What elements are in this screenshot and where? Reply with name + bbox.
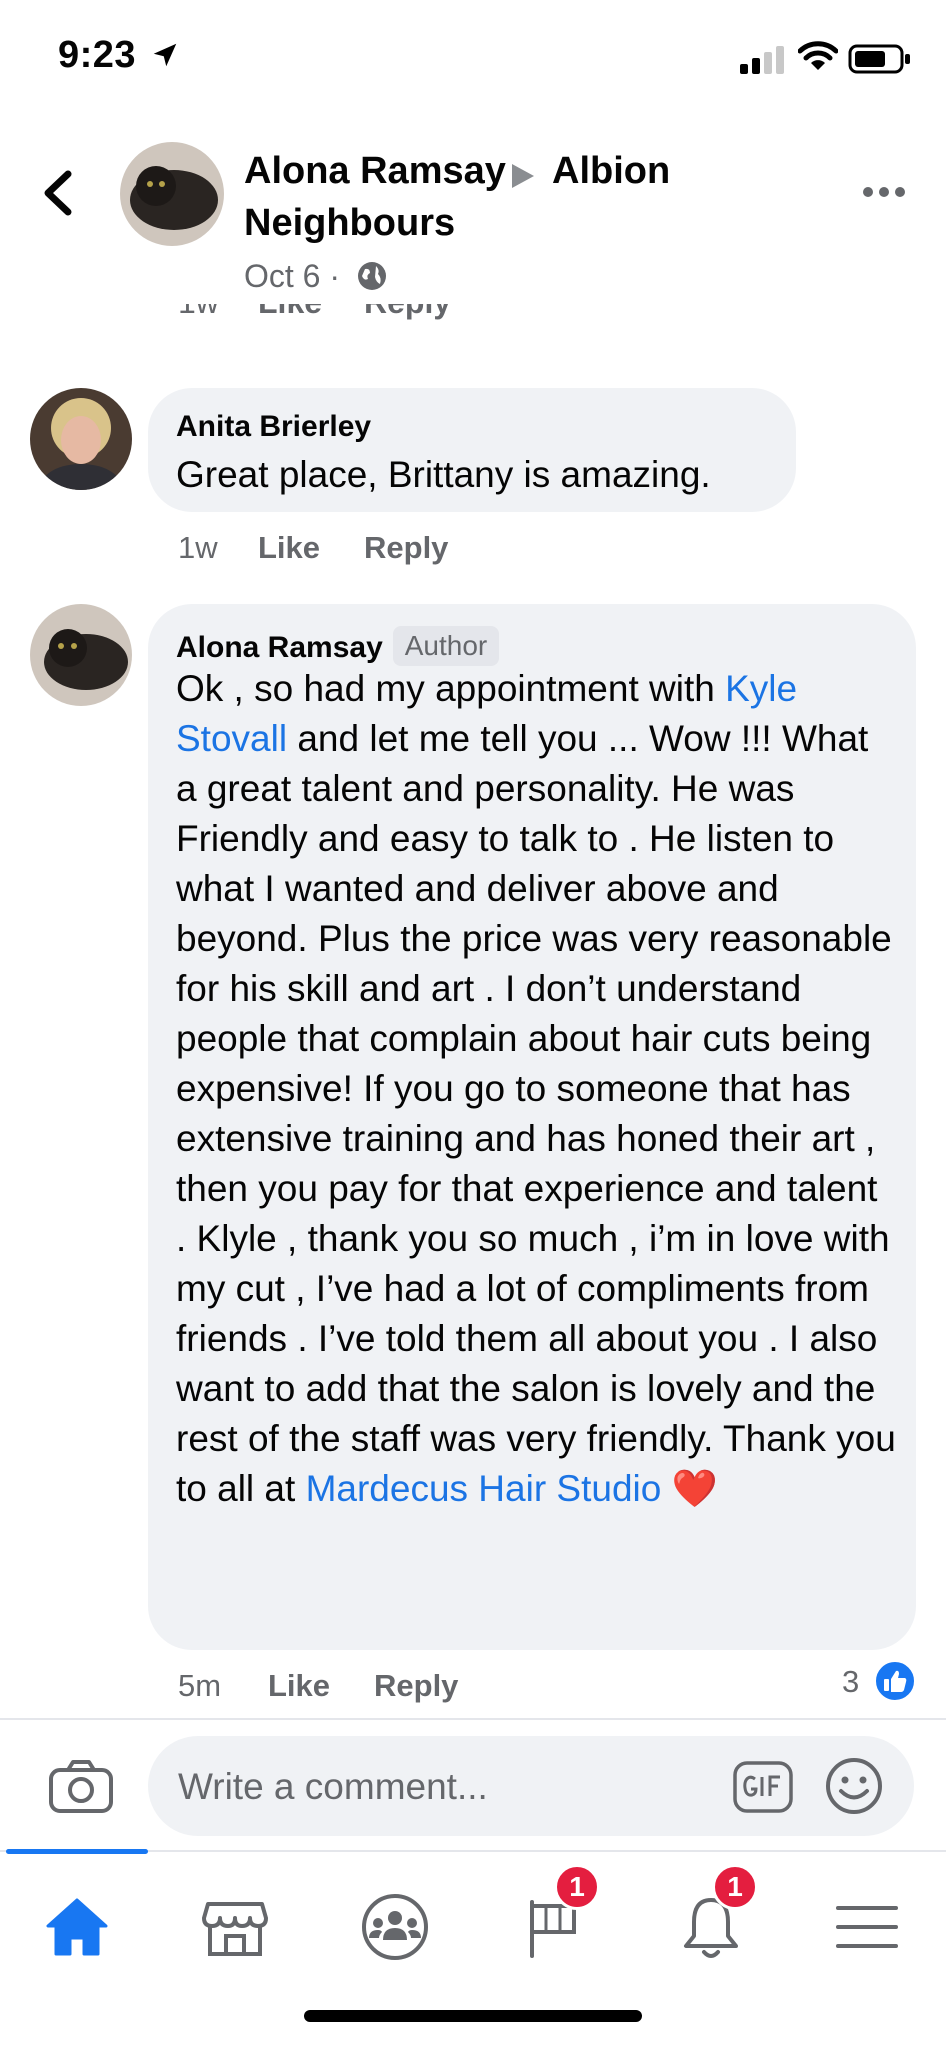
scrolled-comment-meta: 1w Like Reply bbox=[0, 304, 946, 344]
commenter-avatar[interactable] bbox=[30, 388, 132, 490]
like-link[interactable]: Like bbox=[258, 304, 322, 321]
author-badge: Author bbox=[392, 626, 500, 666]
like-link[interactable]: Like bbox=[258, 530, 320, 566]
post-author-name[interactable]: Alona Ramsay bbox=[244, 150, 506, 193]
post-date: Oct 6 · bbox=[244, 258, 341, 294]
comment-text: Ok , so had my appointment with Kyle Sto… bbox=[176, 664, 896, 1514]
comment-text-start: Ok , so had my appointment with bbox=[176, 668, 726, 709]
post-group-name[interactable]: Albion bbox=[552, 150, 670, 193]
status-bar: 9:23 bbox=[0, 0, 946, 120]
post-author-avatar[interactable] bbox=[120, 142, 224, 246]
pages-badge: 1 bbox=[554, 1864, 600, 1910]
commenter-avatar[interactable] bbox=[30, 604, 132, 706]
globe-icon bbox=[358, 262, 386, 290]
comment-time: 5m bbox=[178, 1668, 222, 1703]
location-arrow-icon bbox=[153, 43, 177, 67]
comment-text-body: and let me tell you ... Wow !!! What a g… bbox=[176, 718, 896, 1509]
camera-icon[interactable] bbox=[48, 1758, 114, 1814]
battery-icon bbox=[848, 44, 910, 74]
emoji-icon[interactable] bbox=[824, 1756, 884, 1816]
active-tab-indicator bbox=[6, 1849, 148, 1854]
comment-time: 1w bbox=[178, 530, 218, 565]
comment-text: Great place, Brittany is amazing. bbox=[176, 454, 711, 495]
wifi-icon bbox=[798, 41, 838, 70]
cell-signal-icon bbox=[740, 46, 784, 74]
notifications-badge: 1 bbox=[712, 1864, 758, 1910]
comment-input[interactable]: Write a comment... bbox=[148, 1736, 914, 1836]
comment-time: 1w bbox=[178, 304, 219, 321]
comment-input-placeholder: Write a comment... bbox=[178, 1766, 488, 1807]
reply-link[interactable]: Reply bbox=[374, 1668, 458, 1704]
more-options-icon[interactable] bbox=[862, 178, 906, 206]
reply-link[interactable]: Reply bbox=[364, 304, 451, 321]
like-link[interactable]: Like bbox=[268, 1668, 330, 1704]
back-chevron-icon[interactable] bbox=[40, 168, 74, 218]
divider bbox=[0, 1718, 946, 1720]
comment-bubble[interactable]: Alona Ramsay Author Ok , so had my appoin… bbox=[148, 604, 916, 1650]
comment-bubble[interactable]: Anita Brierley Great place, Brittany is … bbox=[148, 388, 796, 512]
reply-link[interactable]: Reply bbox=[364, 530, 448, 566]
comment-header: Alona Ramsay Author bbox=[176, 626, 500, 666]
menu-icon[interactable] bbox=[822, 1882, 912, 1972]
gif-icon[interactable] bbox=[732, 1760, 794, 1814]
reaction-count[interactable]: 3 bbox=[842, 1664, 859, 1700]
home-indicator[interactable] bbox=[304, 2010, 642, 2022]
commenter-name[interactable]: Anita Brierley bbox=[176, 410, 371, 444]
commenter-name[interactable]: Alona Ramsay bbox=[176, 631, 383, 664]
groups-icon[interactable] bbox=[350, 1882, 440, 1972]
page-mention-link[interactable]: Mardecus Hair Studio bbox=[306, 1468, 662, 1509]
heart-emoji: ❤️ bbox=[671, 1468, 718, 1509]
like-reaction-icon[interactable] bbox=[874, 1660, 916, 1702]
marketplace-icon[interactable] bbox=[190, 1882, 280, 1972]
post-group-name-line2[interactable]: Neighbours bbox=[244, 202, 455, 245]
home-icon[interactable] bbox=[32, 1882, 122, 1972]
status-time: 9:23 bbox=[58, 34, 137, 76]
shared-to-arrow-icon bbox=[512, 164, 534, 188]
